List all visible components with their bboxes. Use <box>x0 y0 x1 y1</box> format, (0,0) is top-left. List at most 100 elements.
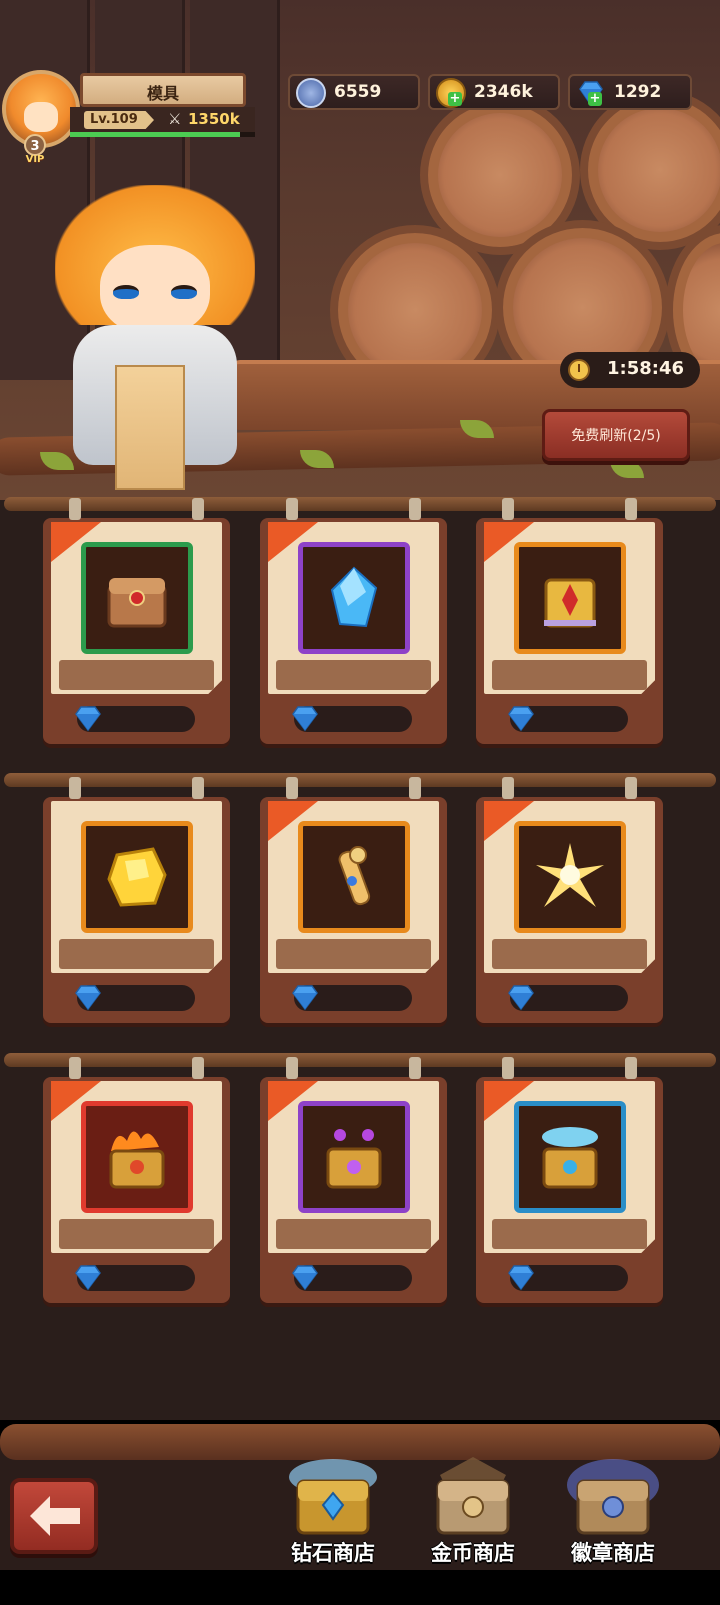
tab-gold-shop[interactable]: 金币商店 <box>408 1455 538 1565</box>
chest-icon <box>107 578 167 628</box>
diamond-icon <box>75 1265 101 1291</box>
add-diamond-icon[interactable]: + <box>588 92 602 106</box>
resource-badge[interactable]: 6559 <box>288 74 420 110</box>
xp-bar-fill <box>70 132 241 137</box>
scroll-icon <box>338 846 371 906</box>
gold-chest-icon <box>436 1457 510 1535</box>
free-refresh-button[interactable]: 免费刷新(2/5) <box>542 409 690 461</box>
item-label-bar <box>59 1219 214 1249</box>
crossed-swords-icon: ⚔ <box>168 110 182 128</box>
diamond-icon <box>292 706 318 732</box>
card-hook <box>625 498 637 520</box>
diamond-icon <box>75 706 101 732</box>
clock-icon <box>568 359 590 381</box>
timer-text: 1:58:46 <box>607 358 685 379</box>
system-nav-bar <box>0 1571 720 1605</box>
sword-badge-icon <box>296 78 326 108</box>
shop-item-card[interactable] <box>43 498 230 744</box>
item-frame <box>81 542 193 654</box>
resource-gold[interactable]: + 2346k <box>428 74 560 110</box>
shop-item-card[interactable] <box>43 777 230 1023</box>
item-frame <box>514 1101 626 1213</box>
player-power: 1350k <box>188 110 240 128</box>
crystal-icon <box>330 566 378 628</box>
level-tag: Lv.109 <box>84 111 154 129</box>
resource-diamond-value: 1292 <box>614 82 662 102</box>
card-hook <box>409 498 421 520</box>
shop-item-card[interactable] <box>260 777 447 1023</box>
item-label-bar <box>276 660 431 690</box>
shop-item-card[interactable] <box>476 498 663 744</box>
tab-badge-shop[interactable]: 徽章商店 <box>548 1455 678 1565</box>
player-level: Lv.109 <box>90 112 138 127</box>
relic-icon <box>544 578 596 628</box>
item-frame <box>298 542 410 654</box>
item-frame <box>514 821 626 933</box>
hero-eye <box>113 285 139 299</box>
player-name: 模具 <box>146 84 179 103</box>
purple-chest-icon <box>326 1129 382 1189</box>
item-label-bar <box>59 939 214 969</box>
card-hook <box>192 777 204 799</box>
avatar-face <box>24 102 58 132</box>
tab-badge-shop-label: 徽章商店 <box>571 1541 655 1565</box>
diamond-icon <box>292 985 318 1011</box>
item-label-bar <box>492 1219 647 1249</box>
tab-diamond-shop[interactable]: 钻石商店 <box>268 1455 398 1565</box>
card-hook <box>286 498 298 520</box>
rope <box>4 497 716 511</box>
item-frame <box>298 821 410 933</box>
card-hook <box>69 498 81 520</box>
leaf-icon <box>610 460 644 478</box>
add-gold-icon[interactable]: + <box>448 92 462 106</box>
item-frame <box>81 821 193 933</box>
tab-diamond-shop-label: 钻石商店 <box>291 1541 375 1565</box>
badge-chest-icon <box>567 1459 659 1535</box>
item-label-bar <box>276 939 431 969</box>
card-hook <box>192 498 204 520</box>
item-frame <box>514 542 626 654</box>
tab-gold-shop-label: 金币商店 <box>431 1541 515 1565</box>
vip-level: 3 <box>24 134 46 156</box>
hero-character <box>55 185 255 495</box>
back-button[interactable] <box>10 1478 98 1554</box>
card-hook <box>286 1057 298 1079</box>
refresh-timer: 1:58:46 <box>560 352 700 388</box>
card-hook <box>192 1057 204 1079</box>
diamond-icon <box>508 985 534 1011</box>
blue-chest-icon <box>542 1127 598 1189</box>
rope <box>4 1053 716 1067</box>
card-hook <box>502 1057 514 1079</box>
item-label-bar <box>276 1219 431 1249</box>
card-hook <box>502 777 514 799</box>
shop-item-card[interactable] <box>260 498 447 744</box>
shop-item-card[interactable] <box>260 1057 447 1303</box>
rope <box>4 773 716 787</box>
fire-chest-icon <box>109 1131 165 1189</box>
hero-scroll <box>115 365 185 490</box>
vip-label: VIP <box>25 154 45 165</box>
xp-bar <box>70 132 255 137</box>
card-hook <box>69 1057 81 1079</box>
diamond-icon <box>292 1265 318 1291</box>
resource-badge-value: 6559 <box>334 82 382 102</box>
shop-item-card[interactable] <box>43 1057 230 1303</box>
card-hook <box>625 777 637 799</box>
light-burst-icon <box>536 843 604 907</box>
vip-badge[interactable]: 3 VIP <box>14 134 56 170</box>
item-label-bar <box>492 660 647 690</box>
player-name-panel: 模具 <box>80 73 246 107</box>
gold-ore-icon <box>107 847 167 907</box>
item-frame <box>298 1101 410 1213</box>
item-label-bar <box>492 939 647 969</box>
diamond-icon <box>75 985 101 1011</box>
shop-item-card[interactable] <box>476 1057 663 1303</box>
resource-diamond[interactable]: + 1292 <box>568 74 692 110</box>
back-arrow-icon <box>30 1496 80 1536</box>
item-label-bar <box>59 660 214 690</box>
diamond-icon <box>508 1265 534 1291</box>
diamond-icon <box>508 706 534 732</box>
shop-item-card[interactable] <box>476 777 663 1023</box>
free-refresh-label: 免费刷新(2/5) <box>571 428 661 444</box>
card-hook <box>286 777 298 799</box>
